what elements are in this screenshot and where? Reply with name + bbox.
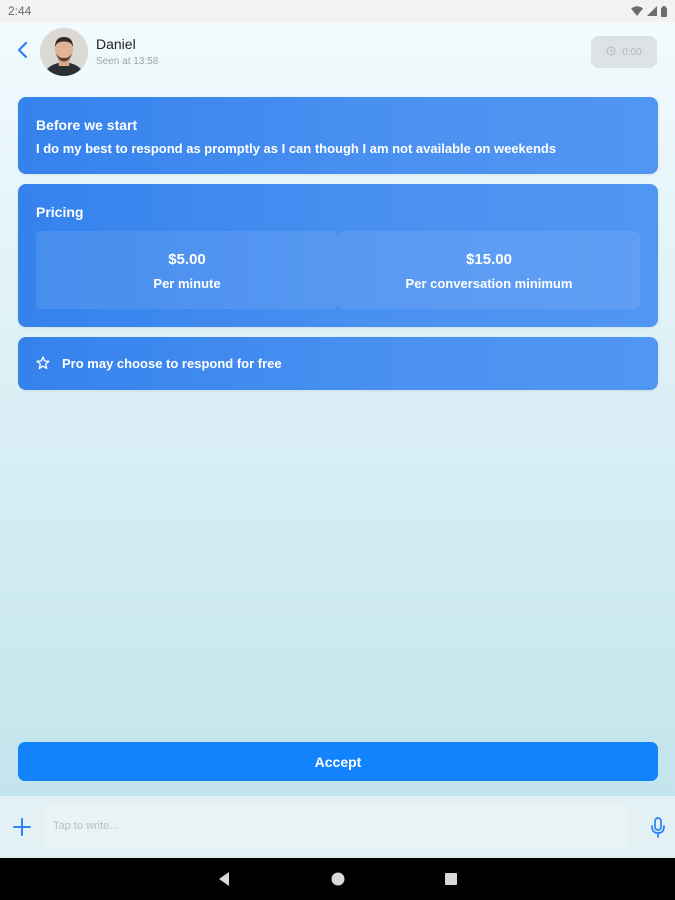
price-option-per-conversation: $15.00 Per conversation minimum bbox=[338, 231, 640, 309]
free-response-text: Pro may choose to respond for free bbox=[62, 356, 282, 371]
message-input[interactable] bbox=[44, 805, 628, 847]
avatar[interactable] bbox=[40, 28, 88, 76]
nav-back-icon[interactable] bbox=[216, 871, 232, 887]
price-option-per-minute: $5.00 Per minute bbox=[36, 231, 338, 309]
status-time: 2:44 bbox=[8, 4, 32, 18]
call-timer-button[interactable]: 0:00 bbox=[591, 36, 657, 68]
free-response-card: Pro may choose to respond for free bbox=[18, 337, 658, 390]
price-label: Per conversation minimum bbox=[405, 276, 573, 291]
intro-title: Before we start bbox=[36, 117, 138, 133]
chat-header: Daniel Seen at 13:58 0:00 bbox=[0, 22, 675, 86]
battery-icon bbox=[661, 5, 667, 17]
status-icons bbox=[631, 5, 667, 17]
intro-message: I do my best to respond as promptly as I… bbox=[36, 141, 557, 156]
price-amount: $15.00 bbox=[466, 251, 512, 268]
status-bar: 2:44 bbox=[0, 0, 675, 22]
plus-icon[interactable] bbox=[10, 815, 34, 839]
pricing-title: Pricing bbox=[36, 204, 84, 220]
back-button[interactable] bbox=[10, 38, 34, 66]
wifi-icon bbox=[631, 6, 643, 16]
nav-recents-icon[interactable] bbox=[443, 871, 459, 887]
intro-card: Before we start I do my best to respond … bbox=[18, 97, 658, 174]
last-seen-status: Seen at 13:58 bbox=[96, 56, 159, 67]
mic-icon[interactable] bbox=[648, 815, 668, 839]
contact-name: Daniel bbox=[96, 36, 136, 52]
signal-icon bbox=[647, 6, 657, 16]
pricing-card: Pricing $5.00 Per minute $15.00 Per conv… bbox=[18, 184, 658, 327]
back-arrow-icon bbox=[16, 41, 28, 64]
star-icon bbox=[36, 356, 50, 370]
price-amount: $5.00 bbox=[168, 251, 206, 268]
accept-button[interactable]: Accept bbox=[18, 742, 658, 781]
price-label: Per minute bbox=[153, 276, 221, 291]
nav-home-icon[interactable] bbox=[330, 871, 346, 887]
system-nav-bar bbox=[0, 858, 675, 900]
timer-value: 0:00 bbox=[622, 46, 642, 58]
clock-icon bbox=[606, 46, 616, 59]
compose-bar bbox=[0, 796, 675, 858]
